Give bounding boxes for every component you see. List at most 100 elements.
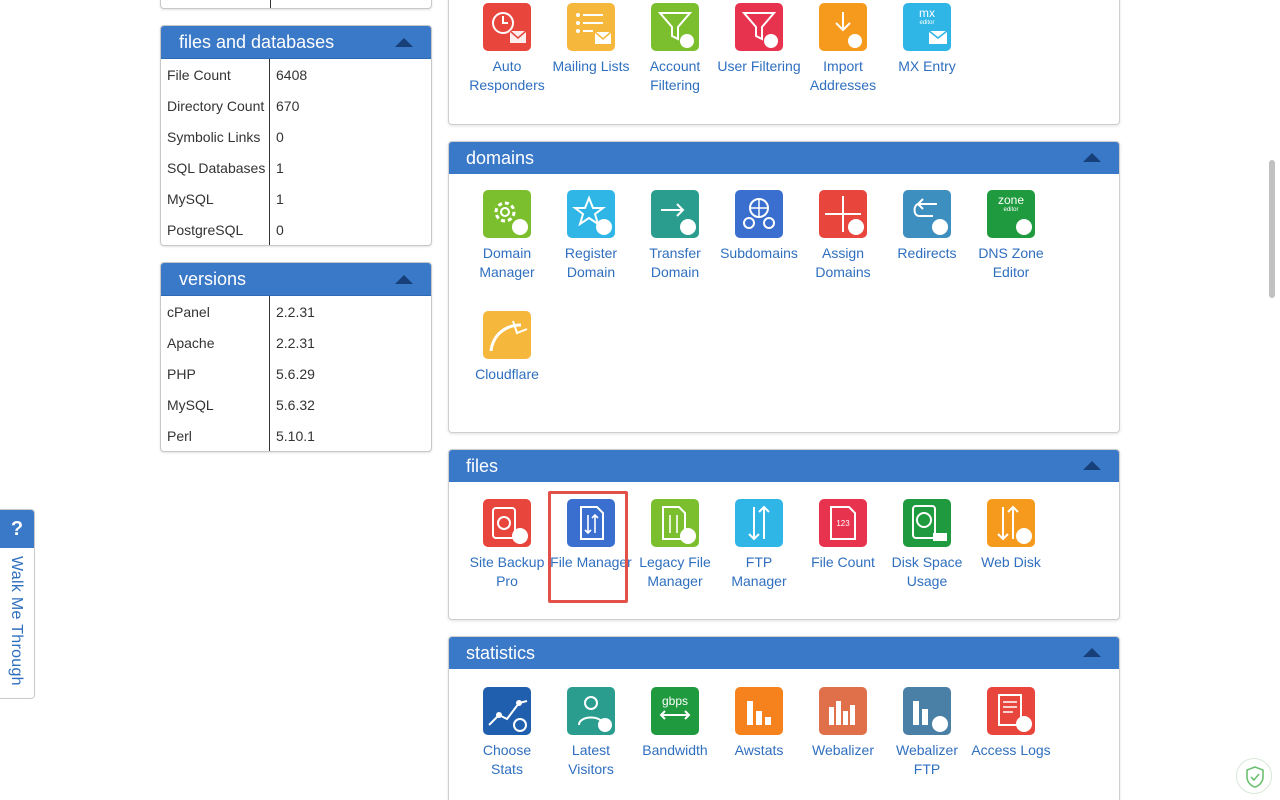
tile-label: File Manager	[550, 554, 632, 570]
stat-key: Directory Count	[161, 90, 270, 121]
svg-text:zone: zone	[998, 193, 1024, 207]
vertical-scrollbar-thumb[interactable]	[1269, 160, 1275, 298]
stat-key: File Count	[161, 59, 270, 90]
account-filtering-icon	[651, 3, 699, 51]
file-count-icon: 123	[819, 499, 867, 547]
stat-row: File Count 6408	[161, 59, 431, 90]
tile-dns-zone-editor[interactable]: zone editor DNS Zone Editor	[969, 190, 1053, 282]
email-section: Auto Responders Mailing Lists Account Fi…	[448, 0, 1120, 125]
collapse-arrow-icon[interactable]	[1083, 461, 1101, 470]
tile-label: Assign Domains	[815, 245, 871, 280]
tile-mailing-lists[interactable]: Mailing Lists	[549, 3, 633, 76]
stat-value: 0	[276, 221, 284, 238]
tile-auto-responders[interactable]: Auto Responders	[465, 3, 549, 95]
tile-label: Redirects	[897, 245, 957, 261]
tile-label: Subdomains	[720, 245, 798, 261]
stat-key: cPanel	[161, 296, 270, 327]
versions-panel: versions cPanel 2.2.31 Apache 2.2.31 PHP 5.…	[160, 262, 432, 452]
tile-choose-stats[interactable]: Choose Stats	[465, 687, 549, 779]
stat-key: Perl	[161, 420, 270, 451]
register-domain-icon	[567, 190, 615, 238]
panel-title: files and databases	[179, 31, 335, 52]
versions-header: versions	[161, 263, 431, 296]
tile-account-filtering[interactable]: Account Filtering	[633, 3, 717, 95]
tile-label: Awstats	[734, 742, 784, 758]
stat-row: MySQL 1	[161, 183, 431, 214]
tile-import-addresses[interactable]: Import Addresses	[801, 3, 885, 95]
svg-text:editor: editor	[1003, 207, 1018, 213]
redirects-icon	[903, 190, 951, 238]
statistics-section: statistics Choose Stats Latest Visitors …	[448, 636, 1120, 800]
svg-text:gbps: gbps	[662, 694, 688, 708]
tile-assign-domains[interactable]: Assign Domains	[801, 190, 885, 282]
walk-me-through-label[interactable]: Walk Me Through	[7, 556, 25, 686]
tile-label: Mailing Lists	[552, 58, 630, 74]
security-shield-icon[interactable]	[1236, 758, 1272, 794]
stat-value: 0	[276, 128, 284, 145]
tile-file-count[interactable]: 123 File Count	[801, 499, 885, 572]
tile-label: Latest Visitors	[568, 742, 614, 777]
tile-web-disk[interactable]: Web Disk	[969, 499, 1053, 572]
tile-label: Account Filtering	[649, 58, 701, 93]
stat-row: cPanel 2.2.31	[161, 296, 431, 327]
ftp-manager-icon	[735, 499, 783, 547]
stat-value: 1	[276, 190, 284, 207]
tile-cloudflare[interactable]: Cloudflare	[465, 311, 549, 384]
tile-label: File Count	[811, 554, 875, 570]
tile-bandwidth[interactable]: gbps Bandwidth	[633, 687, 717, 760]
tile-transfer-domain[interactable]: Transfer Domain	[633, 190, 717, 282]
stat-key: MySQL	[161, 389, 270, 420]
stat-row: Perl 5.10.1	[161, 420, 431, 451]
section-title: domains	[466, 147, 535, 168]
auto-responders-icon	[483, 3, 531, 51]
files-section: files Site Backup Pro File Manager Legac…	[448, 449, 1120, 620]
statistics-header: statistics	[449, 637, 1119, 669]
web-disk-icon	[987, 499, 1035, 547]
stat-value: 6408	[276, 66, 308, 83]
tile-register-domain[interactable]: Register Domain	[549, 190, 633, 282]
section-title: statistics	[466, 642, 536, 663]
tile-user-filtering[interactable]: User Filtering	[717, 3, 801, 76]
tile-subdomains[interactable]: Subdomains	[717, 190, 801, 263]
stat-row: PostgreSQL 0	[161, 214, 431, 245]
tile-site-backup-pro[interactable]: Site Backup Pro	[465, 499, 549, 591]
bandwidth-icon: gbps	[651, 687, 699, 735]
tile-access-logs[interactable]: Access Logs	[969, 687, 1053, 760]
stat-row: PHP 5.6.29	[161, 358, 431, 389]
svg-text:mx: mx	[919, 6, 935, 20]
collapse-arrow-icon[interactable]	[395, 38, 413, 47]
files-and-databases-header: files and databases	[161, 26, 431, 59]
tile-label: User Filtering	[717, 58, 801, 74]
import-addresses-icon	[819, 3, 867, 51]
tile-latest-visitors[interactable]: Latest Visitors	[549, 687, 633, 779]
tile-mx-entry[interactable]: mx editor MX Entry	[885, 3, 969, 76]
access-logs-icon	[987, 687, 1035, 735]
collapse-arrow-icon[interactable]	[395, 275, 413, 284]
awstats-icon	[735, 687, 783, 735]
tile-webalizer[interactable]: Webalizer	[801, 687, 885, 760]
tile-legacy-file-manager[interactable]: Legacy File Manager	[633, 499, 717, 591]
walk-me-through-tab[interactable]: ? Walk Me Through	[0, 509, 35, 699]
tile-disk-space-usage[interactable]: Disk Space Usage	[885, 499, 969, 591]
tile-webalizer-ftp[interactable]: Webalizer FTP	[885, 687, 969, 779]
tile-label: Legacy File Manager	[639, 554, 711, 589]
tile-label: Auto Responders	[469, 58, 545, 93]
assign-domains-icon	[819, 190, 867, 238]
legacy-file-manager-icon	[651, 499, 699, 547]
tile-ftp-manager[interactable]: FTP Manager	[717, 499, 801, 591]
tile-label: Access Logs	[971, 742, 1051, 758]
help-question-icon[interactable]: ?	[0, 510, 34, 548]
tile-awstats[interactable]: Awstats	[717, 687, 801, 760]
collapse-arrow-icon[interactable]	[1083, 153, 1101, 162]
webalizer-ftp-icon	[903, 687, 951, 735]
tile-redirects[interactable]: Redirects	[885, 190, 969, 263]
tile-label: Choose Stats	[482, 742, 532, 777]
tile-file-manager[interactable]: File Manager	[549, 499, 633, 572]
latest-visitors-icon	[567, 687, 615, 735]
stat-row: MySQL 5.6.32	[161, 389, 431, 420]
collapse-arrow-icon[interactable]	[1083, 648, 1101, 657]
stat-row: Symbolic Links 0	[161, 121, 431, 152]
tile-domain-manager[interactable]: Domain Manager	[465, 190, 549, 282]
user-filtering-icon	[735, 3, 783, 51]
stat-value: 670	[276, 97, 300, 114]
